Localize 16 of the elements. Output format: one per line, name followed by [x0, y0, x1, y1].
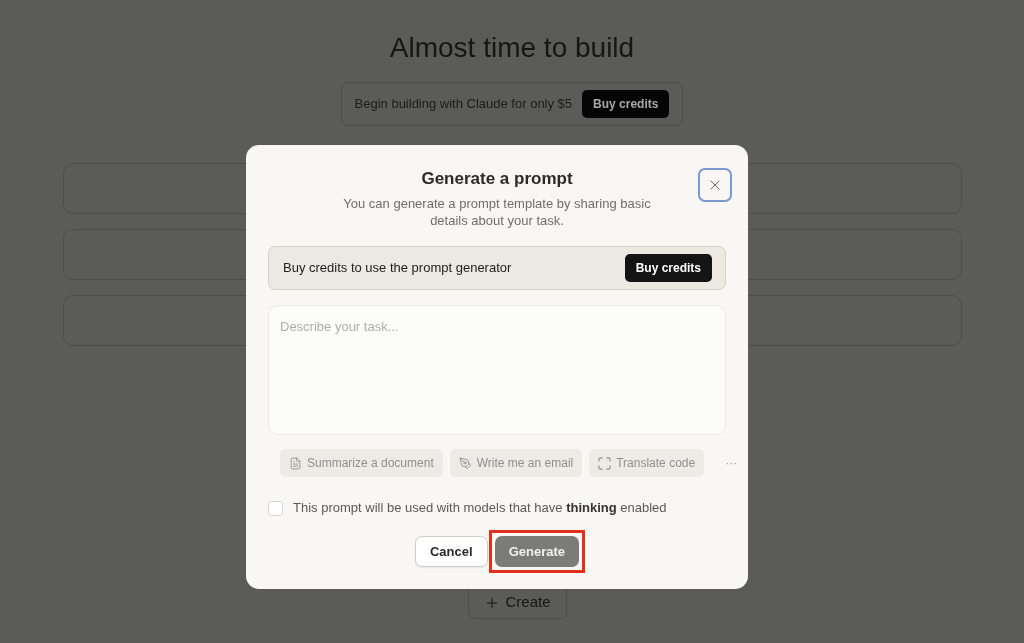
task-input-field[interactable]: Describe your task...	[268, 305, 726, 435]
buy-credits-button[interactable]: Buy credits	[624, 254, 712, 282]
dialog-title: Generate a prompt	[421, 168, 573, 190]
checkbox[interactable]	[268, 500, 283, 516]
document-icon	[289, 456, 302, 470]
notice-text: Buy credits to use the prompt generator	[283, 259, 512, 278]
dialog-description: You can generate a prompt template by sharing basic details about your task.	[342, 195, 652, 229]
thinking-option-label: This prompt will be used with models that have thinking enabled	[293, 499, 667, 517]
cancel-button[interactable]: Cancel	[415, 536, 488, 567]
banner-text: Begin building with Claude for only $5	[354, 95, 573, 114]
more-button[interactable]: ···	[721, 449, 742, 477]
buy-credits-button[interactable]: Buy credits	[582, 90, 670, 118]
page-title: Almost time to build	[389, 31, 635, 65]
bracket-icon	[598, 456, 612, 470]
pen-icon	[458, 456, 472, 470]
close-button[interactable]	[698, 168, 732, 202]
